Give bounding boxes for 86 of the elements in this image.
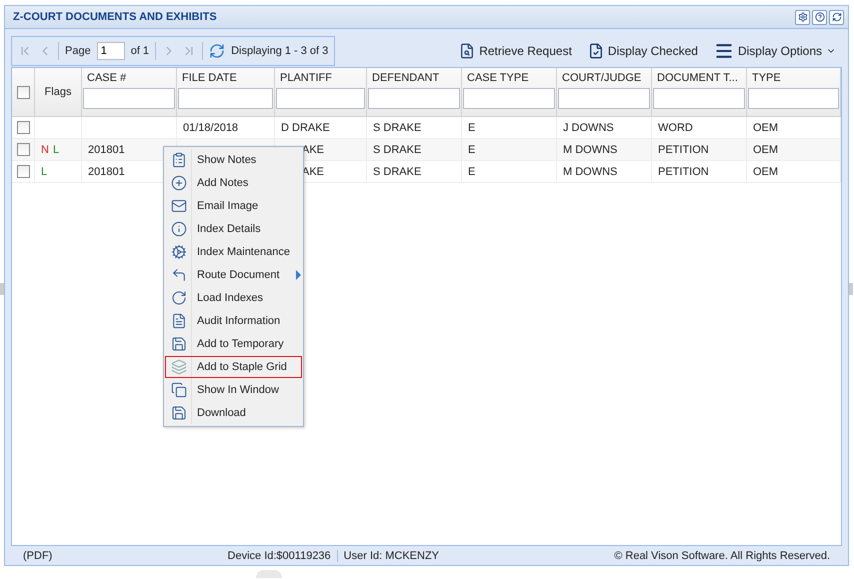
flag-letter: N	[41, 144, 49, 156]
menu-item[interactable]: Add to Temporary	[165, 333, 302, 355]
menu-item[interactable]: Index Details	[165, 218, 302, 240]
device-id: Device Id:$00119236	[222, 550, 338, 562]
column-header[interactable]: PLANTIFF	[276, 72, 365, 84]
table-cell: 01/18/2018	[183, 122, 238, 134]
toolbar-button[interactable]: Retrieve Request	[457, 41, 574, 61]
refresh-button[interactable]	[829, 10, 844, 24]
info-icon	[171, 221, 187, 237]
table-cell: OEM	[753, 144, 778, 156]
row-checkbox[interactable]	[16, 143, 30, 156]
menu-item[interactable]: Show In Window	[165, 379, 302, 401]
windows-icon	[171, 382, 187, 398]
page-count: of 1	[130, 45, 150, 57]
envelope-icon	[171, 198, 187, 214]
menu-item[interactable]: Add Notes	[165, 172, 302, 194]
display-count: Displaying 1 - 3 of 3	[231, 45, 328, 57]
plus-circle-icon	[171, 175, 187, 191]
menu-item[interactable]: Email Image	[165, 195, 302, 217]
table-cell: E	[468, 166, 476, 178]
table-cell: M DOWNS	[563, 144, 618, 156]
table-cell: D DRAKE	[281, 122, 330, 134]
table-cell: 201801	[88, 166, 125, 178]
window-title: Z-COURT DOCUMENTS AND EXHIBITS	[13, 11, 217, 23]
collapse-handle[interactable]	[0, 283, 4, 295]
route-arrow-icon	[171, 267, 187, 283]
filter-field[interactable]	[463, 88, 555, 109]
menu-item[interactable]: Route Document	[165, 264, 302, 286]
table-cell: 201801	[88, 144, 125, 156]
table-cell: PETITION	[658, 144, 709, 156]
flag-letter: L	[52, 144, 60, 156]
column-header[interactable]: CASE #	[83, 72, 175, 84]
menu-item[interactable]: Download	[165, 402, 302, 424]
toolbar-button[interactable]: Display Options	[712, 39, 838, 63]
filter-field[interactable]	[558, 88, 650, 109]
collapse-handle[interactable]	[849, 283, 853, 295]
gear-icon	[171, 244, 187, 260]
table-cell: E	[468, 144, 476, 156]
menu-item[interactable]: Index Maintenance	[165, 241, 302, 263]
column-header[interactable]: TYPE	[748, 72, 839, 84]
column-header[interactable]: CASE TYPE	[463, 72, 555, 84]
settings-button[interactable]	[795, 10, 810, 24]
filter-field[interactable]	[368, 88, 460, 109]
document-icon	[171, 313, 187, 329]
filter-field[interactable]	[83, 88, 175, 109]
table-cell: OEM	[753, 122, 778, 134]
refresh-icon[interactable]	[209, 43, 226, 59]
help-button[interactable]	[812, 10, 827, 24]
table-cell: S DRAKE	[373, 122, 422, 134]
column-header[interactable]: FILE DATE	[178, 72, 273, 84]
filter-field[interactable]	[653, 88, 745, 109]
menu-item[interactable]: Add to Staple Grid	[165, 356, 302, 378]
table-cell: E	[468, 122, 476, 134]
toolbar-button[interactable]: Display Checked	[586, 41, 700, 61]
page-field[interactable]: 1	[96, 42, 125, 60]
page-label: Page	[65, 45, 91, 57]
stack-icon	[171, 359, 187, 375]
table-cell: WORD	[658, 122, 693, 134]
filter-field[interactable]	[178, 88, 273, 109]
flag-letter: L	[41, 166, 48, 178]
menu-item[interactable]: Show Notes	[165, 149, 302, 171]
select-all-checkbox[interactable]	[16, 86, 30, 98]
table-cell: M DOWNS	[563, 166, 618, 178]
menu-icon	[714, 41, 734, 61]
format-label: (PDF)	[22, 550, 54, 562]
reload-icon	[171, 290, 187, 306]
column-header[interactable]: DEFENDANT	[368, 72, 460, 84]
filter-field[interactable]	[748, 88, 839, 109]
column-header[interactable]: COURT/JUDGE	[558, 72, 650, 84]
user-id: User Id: MCKENZY	[342, 550, 440, 562]
menu-item[interactable]: Load Indexes	[165, 287, 302, 309]
row-checkbox[interactable]	[16, 165, 30, 178]
copyright-text: © Real Vison Software. All Rights Reserved.	[613, 550, 831, 562]
table-cell: OEM	[753, 166, 778, 178]
column-header[interactable]: DOCUMENT T...	[653, 72, 745, 84]
table-cell: PETITION	[658, 166, 709, 178]
document-check-icon	[588, 43, 604, 59]
table-cell: S DRAKE	[373, 144, 422, 156]
table-cell: S DRAKE	[373, 166, 422, 178]
row-checkbox[interactable]	[16, 121, 30, 134]
table-cell: J DOWNS	[563, 122, 614, 134]
clipboard-icon	[171, 152, 187, 168]
menu-item[interactable]: Audit Information	[165, 310, 302, 332]
column-header: Flags	[44, 86, 72, 98]
document-search-icon	[459, 43, 476, 59]
filter-field[interactable]	[276, 88, 365, 109]
